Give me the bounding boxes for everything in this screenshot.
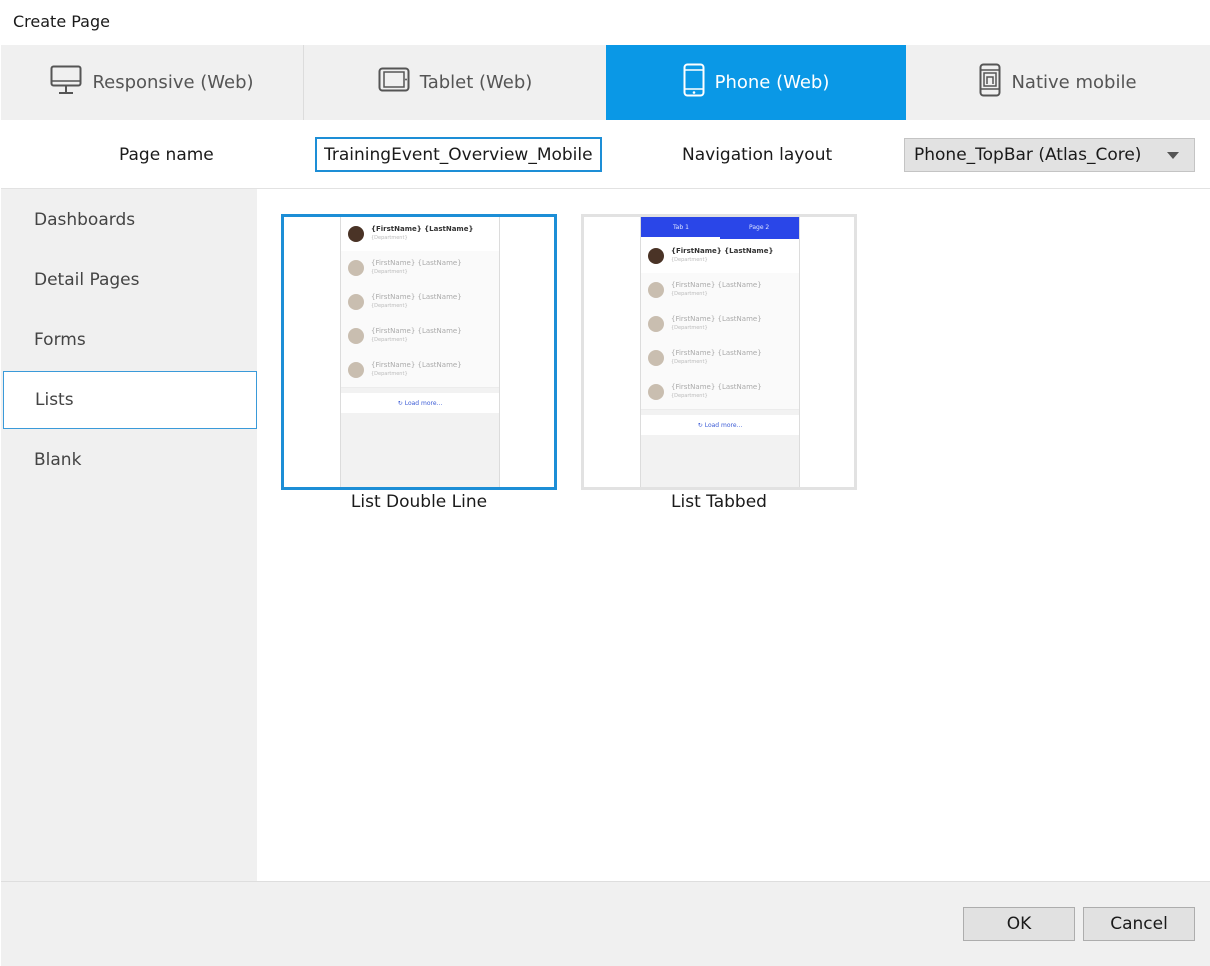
list-item: {FirstName} {LastName} {Department} [641, 239, 799, 274]
tab-bar: Tab 1 Page 2 [641, 217, 799, 239]
list-item-sub: {Department} [371, 337, 408, 343]
list-item-sub: {Department} [371, 303, 408, 309]
list-item-name: {FirstName} {LastName} [671, 315, 762, 323]
refresh-icon: ↻ [397, 399, 403, 407]
sidebar-item-label: Forms [34, 330, 86, 350]
sidebar-item-label: Dashboards [34, 210, 136, 230]
window-title: Create Page [13, 12, 110, 31]
template-gallery: {FirstName} {LastName} {Department} {Fir… [257, 189, 1210, 881]
navigation-layout-select[interactable]: Phone_TopBar (Atlas_Core) [904, 138, 1195, 172]
list-item-name: {FirstName} {LastName} [671, 281, 762, 289]
chevron-down-icon[interactable] [1167, 152, 1179, 159]
sidebar-item-dashboards[interactable]: Dashboards [3, 191, 257, 249]
navigation-layout-value: Phone_TopBar (Atlas_Core) [914, 145, 1142, 165]
tab-tablet-web[interactable]: Tablet (Web) [304, 45, 607, 120]
category-sidebar: Dashboards Detail Pages Forms Lists Blan… [1, 189, 257, 881]
list-item-sub: {Department} [671, 325, 708, 331]
device-tabs: Responsive (Web) Tablet (Web) Phone (Web… [1, 45, 1210, 120]
list-item-name: {FirstName} {LastName} [371, 361, 462, 369]
avatar [648, 316, 664, 332]
list-item: {FirstName} {LastName} {Department} [341, 353, 499, 388]
sidebar-item-detail-pages[interactable]: Detail Pages [3, 251, 257, 309]
list-item: {FirstName} {LastName} {Department} [641, 375, 799, 410]
title-bar: Create Page [0, 0, 1210, 45]
list-item: {FirstName} {LastName} {Department} [341, 251, 499, 286]
template-list-double-line[interactable]: {FirstName} {LastName} {Department} {Fir… [281, 214, 557, 490]
template-caption: List Double Line [350, 492, 488, 512]
ok-button[interactable]: OK [963, 907, 1075, 941]
list-item: {FirstName} {LastName} {Department} [641, 341, 799, 376]
list-item-name: {FirstName} {LastName} [371, 225, 474, 233]
phone-icon [683, 63, 715, 102]
list-item-sub: {Department} [371, 235, 408, 241]
list-item: {FirstName} {LastName} {Department} [341, 217, 499, 252]
load-more-label: Load more... [704, 421, 743, 429]
sidebar-item-label: Blank [34, 450, 82, 470]
cancel-button[interactable]: Cancel [1083, 907, 1195, 941]
tablet-icon [378, 67, 420, 98]
preview-tab-2: Page 2 [749, 224, 770, 231]
sidebar-item-label: Detail Pages [34, 270, 140, 290]
avatar [648, 350, 664, 366]
list-item-sub: {Department} [371, 371, 408, 377]
tab-phone-web[interactable]: Phone (Web) [606, 45, 906, 120]
load-more: ↻ Load more... [341, 393, 499, 413]
navigation-layout-label: Navigation layout [682, 145, 833, 165]
tab-responsive-web[interactable]: Responsive (Web) [1, 45, 304, 120]
list-item-name: {FirstName} {LastName} [371, 327, 462, 335]
list-item: {FirstName} {LastName} {Department} [341, 319, 499, 354]
page-name-input[interactable] [315, 137, 602, 172]
native-mobile-icon [979, 63, 1011, 102]
avatar [648, 248, 664, 264]
tab-native-mobile[interactable]: Native mobile [906, 45, 1210, 120]
sidebar-item-blank[interactable]: Blank [3, 431, 257, 489]
list-item-name: {FirstName} {LastName} [371, 259, 462, 267]
preview-tab-1: Tab 1 [673, 224, 689, 231]
list-item-sub: {Department} [671, 257, 708, 263]
list-item-sub: {Department} [671, 291, 708, 297]
list-item-sub: {Department} [671, 359, 708, 365]
list-item-sub: {Department} [371, 269, 408, 275]
load-more-label: Load more... [404, 399, 443, 407]
list-item-name: {FirstName} {LastName} [371, 293, 462, 301]
sidebar-item-label: Lists [35, 390, 74, 410]
sidebar-item-forms[interactable]: Forms [3, 311, 257, 369]
list-item-sub: {Department} [671, 393, 708, 399]
list-item-name: {FirstName} {LastName} [671, 383, 762, 391]
avatar [648, 384, 664, 400]
avatar [348, 260, 364, 276]
list-item: {FirstName} {LastName} {Department} [641, 307, 799, 342]
tab-label: Responsive (Web) [92, 72, 254, 93]
monitor-icon [50, 65, 92, 100]
load-more: ↻ Load more... [641, 415, 799, 435]
list-item-name: {FirstName} {LastName} [671, 349, 762, 357]
avatar [348, 226, 364, 242]
tab-label: Tablet (Web) [419, 72, 533, 93]
avatar [348, 294, 364, 310]
list-item: {FirstName} {LastName} {Department} [641, 273, 799, 308]
refresh-icon: ↻ [697, 421, 703, 429]
page-name-label: Page name [119, 145, 214, 165]
template-caption: List Tabbed [671, 492, 767, 512]
list-item-name: {FirstName} {LastName} [671, 247, 774, 255]
phone-preview: Tab 1 Page 2 {FirstName} {LastName} {Dep… [640, 217, 800, 487]
avatar [648, 282, 664, 298]
template-list-tabbed[interactable]: Tab 1 Page 2 {FirstName} {LastName} {Dep… [581, 214, 857, 490]
tab-label: Native mobile [1011, 72, 1137, 93]
sidebar-item-lists[interactable]: Lists [3, 371, 257, 429]
tab-label: Phone (Web) [714, 72, 830, 93]
phone-preview: {FirstName} {LastName} {Department} {Fir… [340, 217, 500, 487]
avatar [348, 362, 364, 378]
list-item: {FirstName} {LastName} {Department} [341, 285, 499, 320]
avatar [348, 328, 364, 344]
